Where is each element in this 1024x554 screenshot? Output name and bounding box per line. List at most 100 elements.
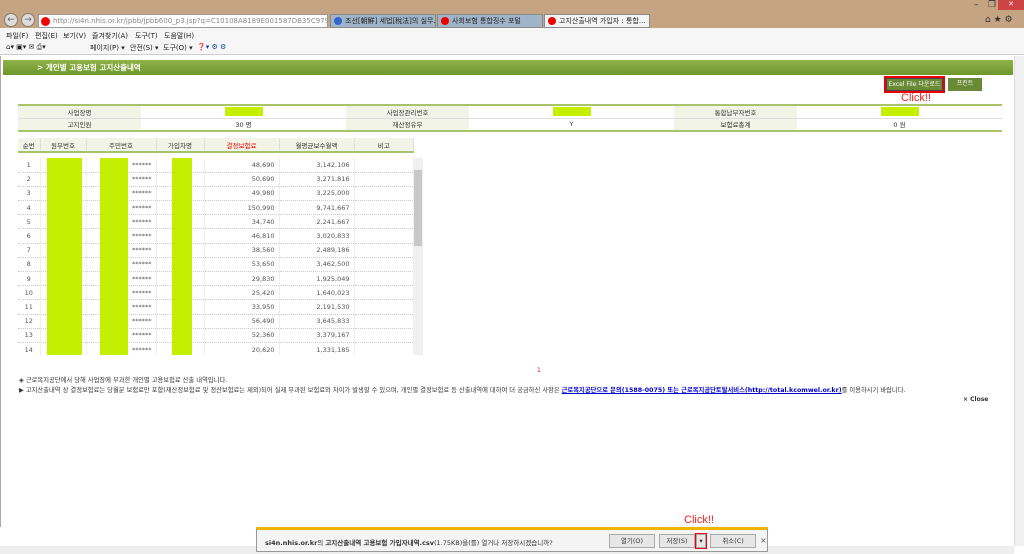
tab-3-active[interactable]: 고지산출내역 가입자 : 통합... × xyxy=(544,14,650,28)
notes: ◈ 근로복지공단에서 당해 사업장에 부과한 개인별 고용보험료 산출 내역입니… xyxy=(19,376,906,396)
table-cell xyxy=(354,158,414,173)
table-cell: 50,690 xyxy=(204,172,280,187)
label: 통합납부자번호 xyxy=(674,105,797,119)
tab-1[interactable]: 조선[朝鮮] 세법[稅法]의 실무... xyxy=(330,14,436,28)
col-header: 순번 xyxy=(18,138,41,153)
close-link[interactable]: × Close xyxy=(963,396,988,403)
tab-label: 조선[朝鮮] 세법[稅法]의 실무... xyxy=(345,17,436,25)
tab-2[interactable]: 사회보험 통합징수 포털 xyxy=(437,14,543,28)
summary-row: 고지인원 30 명 재산정유무 Y 보험료총계 0 원 xyxy=(18,118,1002,132)
menu-help[interactable]: 도움말(H) xyxy=(164,31,194,41)
table-cell xyxy=(354,228,414,244)
value xyxy=(797,105,1002,119)
home-icon[interactable]: ⌂▾ ▣▾ ✉ ⎙▾ xyxy=(6,43,46,52)
table-cell xyxy=(354,200,414,216)
table-cell: 2,241,667 xyxy=(279,214,355,230)
note-1: ◈ 근로복지공단에서 당해 사업장에 부과한 개인별 고용보험료 산출 내역입니… xyxy=(19,377,228,384)
value xyxy=(469,105,674,119)
table-cell: 46,810 xyxy=(204,228,280,244)
table-cell: 52,360 xyxy=(204,328,280,343)
text: (1.75KB)을(를) 열거나 저장하시겠습니까? xyxy=(433,539,553,547)
restore-button[interactable]: ❐ xyxy=(988,0,996,10)
page-menu[interactable]: 페이지(P) ▾ xyxy=(90,43,125,53)
tools-menu[interactable]: 도구(O) ▾ xyxy=(163,43,193,53)
scroll-thumb[interactable] xyxy=(414,170,422,246)
table-cell xyxy=(354,243,414,258)
table-cell: 10 xyxy=(18,285,41,301)
label: 사업장명 xyxy=(18,105,141,119)
label: 보험료총계 xyxy=(674,118,797,132)
total-service-link[interactable]: 근로복지공단토탈서비스(http://total.kcomwel.or.kr) xyxy=(681,387,841,394)
redacted-block xyxy=(100,158,128,355)
close-icon[interactable]: × xyxy=(760,536,767,545)
browser-titlebar: ← → http://si4n.nhis.or.kr/jpbb/jpbb600_… xyxy=(0,0,1024,28)
table-cell: 3,020,833 xyxy=(279,228,355,244)
table-cell: 3,271,816 xyxy=(279,172,355,187)
menu-file[interactable]: 파일(F) xyxy=(6,31,28,41)
table-cell: 1,640,023 xyxy=(279,285,355,301)
page-content: > 개인별 고용보험 고지산출내역 Excel File 다운로드 프린트 Cl… xyxy=(0,56,1014,527)
page-number[interactable]: 1 xyxy=(537,367,541,374)
menu-favorites[interactable]: 즐겨찾기(A) xyxy=(92,31,128,41)
redacted-block xyxy=(224,107,263,117)
table-cell: 1,925,049 xyxy=(279,271,355,287)
table-cell: 1 xyxy=(18,158,41,173)
detail-table-body: 1 ****** 48,690 3,142,106 2 ****** 50,690 3,271… xyxy=(18,158,424,355)
save-button[interactable]: 저장(S) xyxy=(659,534,695,548)
col-header: 가입자명 xyxy=(156,138,205,153)
cancel-button[interactable]: 취소(C) xyxy=(710,534,756,548)
forward-button[interactable]: → xyxy=(21,13,35,27)
table-cell xyxy=(354,214,414,230)
home-icon[interactable]: ⌂ ★ ⚙ xyxy=(985,15,1013,25)
table-cell: 14 xyxy=(18,342,41,355)
menu-view[interactable]: 보기(V) xyxy=(63,31,86,41)
table-cell: 3,225,000 xyxy=(279,186,355,202)
table-cell xyxy=(354,314,414,329)
table-cell: 150,990 xyxy=(204,200,280,216)
inquiry-link[interactable]: 근로복지공단으로 문의(1588-0075) 또는 xyxy=(562,387,682,394)
table-cell: 6 xyxy=(18,228,41,244)
redacted-block xyxy=(880,107,919,117)
table-cell: 53,650 xyxy=(204,257,280,273)
table-cell xyxy=(354,299,414,315)
tab-favicon xyxy=(441,17,449,25)
table-cell xyxy=(354,257,414,273)
note-text: 를 이용하시기 바랍니다. xyxy=(841,387,906,394)
table-cell: 8 xyxy=(18,257,41,273)
close-window-button[interactable]: ✕ xyxy=(998,0,1024,10)
print-button[interactable]: 프린트 xyxy=(948,78,982,91)
table-cell: 34,740 xyxy=(204,214,280,230)
excel-download-button[interactable]: Excel File 다운로드 xyxy=(884,76,945,93)
menu-bar: 파일(F) 편집(E) 보기(V) 즐겨찾기(A) 도구(T) 도움말(H) ⌂… xyxy=(0,28,1024,55)
table-cell: 7 xyxy=(18,243,41,258)
minimize-button[interactable]: – xyxy=(974,0,979,10)
note-2: ▶ 고지산출내역 상 결정보험료는 당월분 보험료만 포함(재산정보험료 및 정… xyxy=(19,386,906,396)
table-cell xyxy=(354,285,414,301)
back-button[interactable]: ← xyxy=(4,13,18,27)
table-cell: 3,645,833 xyxy=(279,314,355,329)
tab-favicon xyxy=(548,17,556,25)
label: 고지인원 xyxy=(18,118,141,132)
table-cell xyxy=(354,271,414,287)
safety-menu[interactable]: 안전(S) ▾ xyxy=(130,43,159,53)
menu-tools[interactable]: 도구(T) xyxy=(135,31,158,41)
table-cell: 5 xyxy=(18,214,41,230)
open-button[interactable]: 열기(O) xyxy=(609,534,655,548)
table-cell: 12 xyxy=(18,314,41,329)
redacted-block xyxy=(47,158,82,355)
table-cell: 11 xyxy=(18,299,41,315)
table-cell: 2,489,186 xyxy=(279,243,355,258)
close-label: Close xyxy=(970,396,989,403)
table-cell: 29,830 xyxy=(204,271,280,287)
table-cell: 25,420 xyxy=(204,285,280,301)
help-icon[interactable]: ❓▾ ⚙ ⚙ xyxy=(197,43,226,51)
table-scrollbar[interactable] xyxy=(413,158,423,355)
save-dropdown-arrow[interactable]: ▾ xyxy=(695,533,707,549)
label: 재산정유무 xyxy=(346,118,469,132)
label: 사업장관리번호 xyxy=(346,105,469,119)
address-bar[interactable]: http://si4n.nhis.or.kr/jpbb/jpbb600_p3.j… xyxy=(38,14,328,28)
page-scrollbar[interactable] xyxy=(1014,56,1024,546)
menu-edit[interactable]: 편집(E) xyxy=(35,31,58,41)
table-cell xyxy=(354,328,414,343)
table-cell xyxy=(354,172,414,187)
